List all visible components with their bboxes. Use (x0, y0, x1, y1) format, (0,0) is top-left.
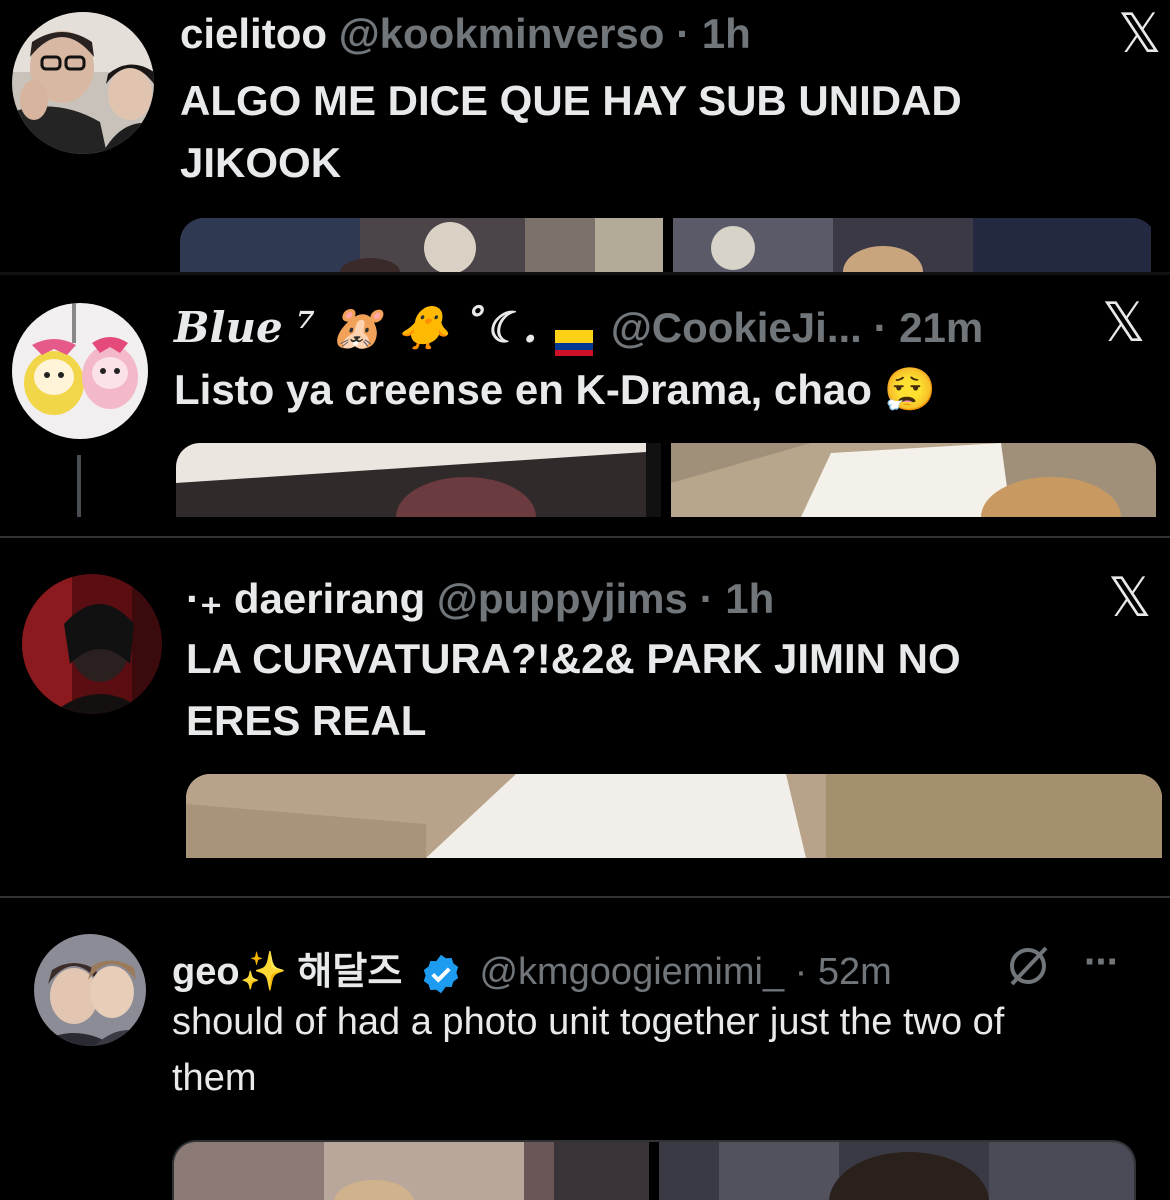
timestamp[interactable]: · 1h (700, 575, 775, 622)
tweet-header: cielitoo @kookminverso · 1h (180, 10, 751, 58)
avatar-daerirang[interactable] (22, 574, 162, 714)
tweet-text: should of had a photo unit together just… (172, 994, 1004, 1106)
user-handle[interactable]: @kookminverso (339, 10, 665, 57)
tweet-text: Listo ya creense en K-Drama, chao 😮‍💨 (174, 359, 936, 421)
media-photo[interactable] (174, 1142, 649, 1200)
tweet-text-line: JIKOOK (180, 139, 342, 186)
tweet-text-line: ALGO ME DICE QUE HAY SUB UNIDAD (180, 77, 962, 124)
tweet-header: Blue ⁷ 🐹 🐥 ˚☾. @CookieJi... · 21m (174, 303, 984, 356)
media-photo[interactable] (180, 218, 663, 272)
tweet-text-line: should of had a photo unit together just… (172, 1001, 1005, 1043)
tweet-text-line: LA CURVATURA?!&2& PARK JIMIN NO (186, 635, 961, 682)
tweet-3[interactable]: ·₊ daerirang @puppyjims · 1h 𝕏 LA CURVAT… (0, 538, 1170, 858)
tweet-text-line: ERES REAL (186, 697, 427, 744)
tweet-text-line: them (172, 1057, 257, 1099)
tweet-text: ALGO ME DICE QUE HAY SUB UNIDAD JIKOOK (180, 70, 962, 194)
avatar-blue[interactable] (12, 303, 148, 439)
x-logo-icon: 𝕏 (1108, 566, 1152, 629)
timestamp[interactable]: · 1h (676, 10, 751, 57)
media-photo[interactable] (186, 774, 1162, 858)
tweet-4[interactable]: geo✨ 해달즈 @kmgoogiemimi_ · 52m ··· should… (0, 898, 1170, 1200)
user-handle[interactable]: @CookieJi... (611, 304, 862, 351)
timestamp[interactable]: · 52m (795, 951, 892, 993)
media-grid[interactable] (180, 218, 1156, 272)
thread-line (77, 455, 81, 517)
colombia-flag-icon (555, 318, 594, 356)
display-name[interactable]: Blue ⁷ 🐹 🐥 ˚☾. (174, 303, 537, 352)
avatar-geo[interactable] (34, 934, 146, 1046)
media-photo[interactable] (673, 218, 1156, 272)
grok-icon[interactable] (1004, 942, 1052, 990)
display-name[interactable]: ·₊ daerirang (186, 575, 425, 622)
media-grid[interactable] (172, 1140, 1136, 1200)
tweet-header: geo✨ 해달즈 @kmgoogiemimi_ · 52m (172, 940, 892, 996)
timestamp[interactable]: · 21m (874, 304, 984, 351)
display-name[interactable]: cielitoo (180, 10, 327, 57)
x-logo-icon: 𝕏 (1102, 291, 1146, 354)
tweet-text-line: Listo ya creense en K-Drama, chao 😮‍💨 (174, 366, 936, 413)
user-handle[interactable]: @kmgoogiemimi_ (479, 951, 784, 993)
media-photo[interactable] (671, 443, 1156, 517)
user-handle[interactable]: @puppyjims (437, 575, 688, 622)
media-photo[interactable] (659, 1142, 1134, 1200)
tweet-2[interactable]: Blue ⁷ 🐹 🐥 ˚☾. @CookieJi... · 21m 𝕏 List… (0, 275, 1170, 519)
tweet-header: ·₊ daerirang @puppyjims · 1h (186, 574, 774, 623)
tweet-text: LA CURVATURA?!&2& PARK JIMIN NO ERES REA… (186, 628, 961, 752)
tweet-1[interactable]: cielitoo @kookminverso · 1h 𝕏 ALGO ME DI… (0, 0, 1170, 272)
display-name[interactable]: geo✨ 해달즈 (172, 951, 402, 993)
avatar-cielitoo[interactable] (12, 12, 154, 154)
media-photo[interactable] (176, 443, 661, 517)
more-options-button[interactable]: ··· (1084, 940, 1120, 985)
media-grid[interactable] (176, 443, 1156, 517)
x-logo-icon: 𝕏 (1118, 2, 1162, 65)
verified-badge-icon (419, 952, 463, 996)
